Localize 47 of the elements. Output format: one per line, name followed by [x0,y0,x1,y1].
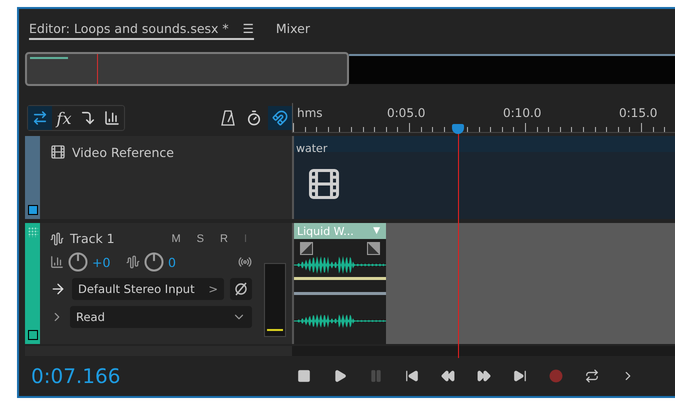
track-name: Track 1 [70,231,116,246]
automation-dropdown[interactable]: Read [70,306,252,328]
play-icon [333,369,347,383]
clip-label: water [296,142,328,155]
volume-value: +0 [92,254,112,270]
metronome-icon [221,110,235,126]
track-toggle[interactable]: S [192,232,209,244]
forward-icon [477,369,491,383]
time-ruler[interactable]: hms 0:05.0 0:10.0 0:15.0 [292,103,675,133]
playhead-handle[interactable] [452,124,464,134]
pan-knob[interactable] [144,252,164,272]
start-icon [405,369,419,383]
phase-invert-button[interactable] [230,278,252,300]
zoom-navigator[interactable] [25,52,349,86]
snap-button[interactable] [268,106,292,130]
snap-icon [272,110,288,126]
stop-icon [297,369,311,383]
time-display: 0:07.166 [31,364,122,388]
editor-tab[interactable]: Mixer [276,14,310,40]
input-dropdown[interactable]: Default Stereo Input > [72,278,224,300]
volume-icon [50,255,64,269]
swap-icon [32,110,48,126]
ruler-unit: hms [297,106,323,120]
pause-icon [369,369,383,383]
record-icon [549,369,563,383]
ruler-label: 0:10.0 [503,106,542,120]
pan-value: 0 [168,254,177,270]
loop-icon [585,369,599,383]
track-toggle[interactable]: M [166,232,186,244]
phase-icon [234,282,248,296]
monitor-icon[interactable] [238,255,252,269]
volume-knob[interactable] [68,252,88,272]
editor-tab[interactable]: Editor: Loops and sounds.sesx * ☰ [29,14,254,40]
film-icon [50,144,66,160]
ruler-label: 0:05.0 [387,106,426,120]
track-toggle[interactable]: R [214,232,233,244]
ruler-label: 0:15.0 [619,106,658,120]
track-name: Video Reference [72,144,174,160]
panel-menu-icon[interactable]: ☰ [242,20,254,36]
timer-icon [246,110,262,126]
rewind-icon [441,369,455,383]
send-icon [80,110,96,126]
film-icon [306,166,342,202]
swap-button[interactable] [28,106,52,130]
eq-icon [104,110,120,126]
end-icon [513,369,527,383]
waveform-icon [50,232,64,246]
